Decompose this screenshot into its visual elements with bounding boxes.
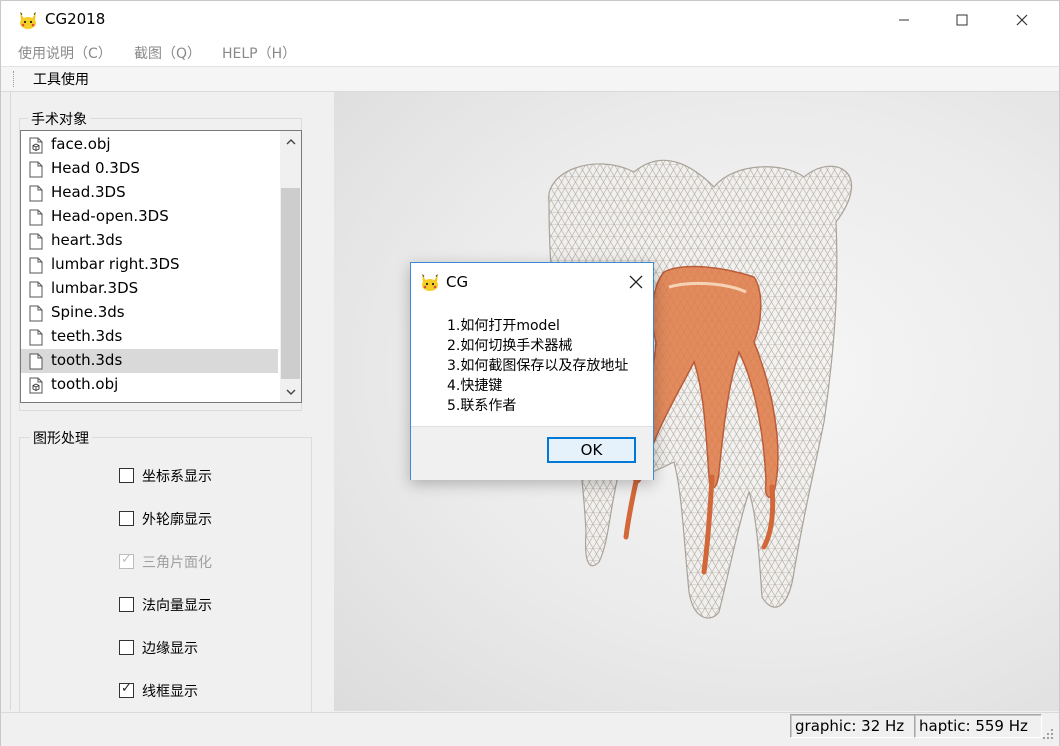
option-label: 边缘显示 [142,641,198,657]
obj-file-icon [29,377,43,394]
status-bar: graphic: 32 Hz haptic: 559 Hz [1,712,1059,746]
option-label: 坐标系显示 [142,469,212,485]
file-icon [29,257,43,274]
option-checkbox[interactable] [119,597,134,612]
pikachu-app-icon [20,12,36,29]
close-icon [1016,14,1028,26]
file-name: Head.3DS [51,183,126,201]
chevron-up-icon [286,138,295,144]
obj-file-icon [29,137,43,154]
main-window: CG2018 使用说明（C） 截图（Q） HELP（H） 工具使用 手术对象 f… [0,0,1060,746]
option-label: 外轮廓显示 [142,512,212,528]
ok-button[interactable]: OK [547,437,636,463]
file-list[interactable]: face.obj Head 0.3DS Head.3DS Head-open.3DS h… [20,130,302,403]
list-item[interactable]: heart.3ds [21,229,278,253]
file-icon [29,161,43,178]
toolbar: 工具使用 [1,66,1059,92]
file-icon [29,209,43,226]
toolbar-tool-usage[interactable]: 工具使用 [33,69,89,89]
surgery-object-group-title: 手术对象 [28,109,90,129]
file-name: tooth.3ds [51,351,123,369]
file-icon [29,233,43,250]
file-name: Head-open.3DS [51,207,169,225]
dialog-item: 2.如何切换手术器械 [447,338,573,354]
file-name: face.obj [51,135,111,153]
list-item[interactable]: tooth.obj [21,373,278,397]
file-icon [29,329,43,346]
file-name: Head 0.3DS [51,159,140,177]
window-title: CG2018 [45,10,106,28]
option-checkbox: ✓ [119,552,134,569]
maximize-icon [956,14,968,26]
toolbar-grip[interactable] [13,71,16,87]
list-item[interactable]: lumbar.3DS [21,277,278,301]
dialog-item: 1.如何打开model [447,318,560,334]
maximize-button[interactable] [933,1,991,39]
option-label: 法向量显示 [142,598,212,614]
dialog-item: 4.快捷键 [447,378,503,394]
list-item[interactable]: teeth.3ds [21,325,278,349]
scroll-up-button[interactable] [280,131,301,152]
minimize-button[interactable] [875,1,933,39]
file-name: lumbar right.3DS [51,255,180,273]
menu-bar: 使用说明（C） 截图（Q） HELP（H） [1,39,1059,66]
option-checkbox[interactable] [119,511,134,526]
close-button[interactable] [993,1,1051,39]
file-icon [29,185,43,202]
file-name: lumbar.3DS [51,279,139,297]
title-bar[interactable]: CG2018 [1,1,1059,39]
option-label: 三角片面化 [142,555,212,571]
option-checkbox[interactable] [119,468,134,483]
chevron-down-icon [286,389,295,395]
file-icon [29,353,43,370]
resize-grip-icon[interactable] [1041,727,1055,741]
menu-instructions[interactable]: 使用说明（C） [18,43,112,63]
scroll-thumb[interactable] [281,188,300,379]
list-item[interactable]: Spine.3ds [21,301,278,325]
dialog-item: 5.联系作者 [447,398,517,414]
file-icon [29,305,43,322]
checkmark-icon: ✓ [121,552,132,567]
list-item[interactable]: lumbar right.3DS [21,253,278,277]
file-icon [29,281,43,298]
option-checkbox[interactable]: ✓ [119,681,134,698]
file-list-scrollbar[interactable] [280,131,301,402]
list-item[interactable]: Head-open.3DS [21,205,278,229]
haptic-rate: haptic: 559 Hz [914,714,1042,738]
file-name: teeth.3ds [51,327,123,345]
dialog-close-button[interactable] [629,270,643,294]
dialog-item: 3.如何截图保存以及存放地址 [447,358,629,374]
cg-dialog: CG 1.如何打开model 2.如何切换手术器械 3.如何截图保存以及存放地址… [410,262,654,480]
option-checkbox[interactable] [119,640,134,655]
list-item[interactable]: face.obj [21,133,278,157]
checkmark-icon: ✓ [121,681,132,696]
scroll-down-button[interactable] [280,381,301,402]
list-item[interactable]: Head 0.3DS [21,157,278,181]
list-item[interactable]: Head.3DS [21,181,278,205]
menu-help[interactable]: HELP（H） [222,43,296,63]
graphics-group-title: 图形处理 [30,428,92,448]
file-name: tooth.obj [51,375,119,393]
file-name: Spine.3ds [51,303,125,321]
minimize-icon [899,19,909,21]
pikachu-app-icon [422,274,438,291]
close-icon [629,275,643,289]
file-name: heart.3ds [51,231,123,249]
menu-screenshot[interactable]: 截图（Q） [134,43,201,63]
dialog-title: CG [446,273,469,291]
graphic-rate: graphic: 32 Hz [790,714,916,738]
option-label: 线框显示 [142,684,198,700]
list-item[interactable]: tooth.3ds [21,349,278,373]
